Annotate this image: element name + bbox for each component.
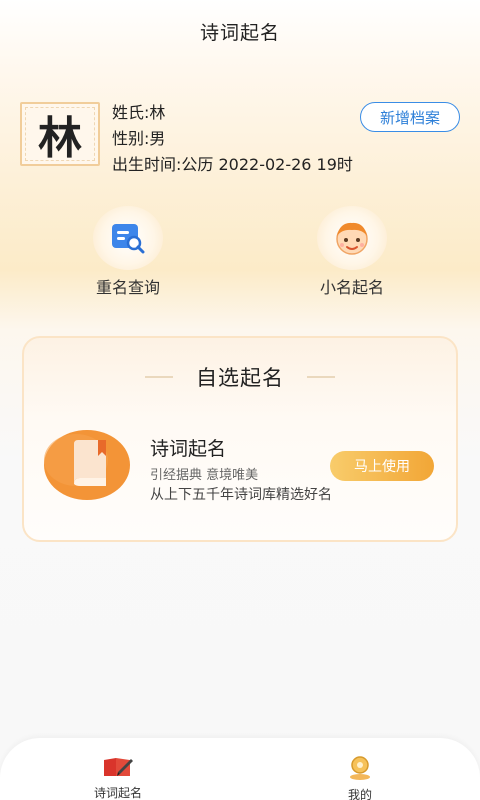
card-subtitle-2: 从上下五千年诗词库精选好名 bbox=[150, 487, 332, 503]
card-heading-text: 自选起名 bbox=[196, 366, 284, 390]
child-face-icon bbox=[317, 206, 387, 270]
feature-duplicate-name-query[interactable]: 重名查询 bbox=[58, 206, 198, 298]
divider bbox=[307, 376, 336, 378]
surname-tile: 林 bbox=[20, 102, 100, 166]
birth-line: 出生时间:公历 2022-02-26 19时 bbox=[112, 155, 353, 174]
add-profile-button[interactable]: 新增档案 bbox=[360, 102, 460, 132]
card-heading: 自选起名 bbox=[24, 362, 456, 392]
tab-mine[interactable]: 我的 bbox=[310, 756, 410, 800]
card-item-title: 诗词起名 bbox=[150, 438, 227, 460]
feature-label: 小名起名 bbox=[319, 278, 384, 297]
feature-row: 重名查询 小名起名 bbox=[0, 206, 480, 302]
bottom-tab-bar: 诗词起名 我的 bbox=[0, 738, 480, 800]
search-doc-icon bbox=[93, 206, 163, 270]
profile-card: 林 姓氏:林 性别:男 出生时间:公历 2022-02-26 19时 新增档案 bbox=[18, 100, 462, 180]
profile-info: 姓氏:林 性别:男 出生时间:公历 2022-02-26 19时 bbox=[112, 100, 353, 178]
title-bar: 诗词起名 bbox=[0, 0, 480, 62]
tab-label: 诗词起名 bbox=[93, 786, 142, 800]
tab-label: 我的 bbox=[347, 788, 372, 800]
use-now-button[interactable]: 马上使用 bbox=[330, 451, 434, 481]
divider bbox=[144, 376, 173, 378]
tab-poem-naming[interactable]: 诗词起名 bbox=[68, 756, 168, 800]
feature-label: 重名查询 bbox=[95, 278, 160, 297]
card-subtitle-1: 引经据典 意境唯美 bbox=[150, 468, 259, 483]
gender-line: 性别:男 bbox=[112, 129, 166, 148]
surname-line: 姓氏:林 bbox=[112, 103, 166, 122]
poem-book-icon bbox=[68, 756, 168, 782]
feature-nickname[interactable]: 小名起名 bbox=[282, 206, 422, 298]
surname-char: 林 bbox=[38, 113, 82, 164]
self-select-card: 自选起名 诗词起名 引经据典 意境唯美 从上下五千年诗词库精选好名 马上使用 bbox=[22, 336, 458, 542]
page-title: 诗词起名 bbox=[199, 21, 280, 44]
app-screen: 诗词起名 林 姓氏:林 性别:男 出生时间:公历 2022-02-26 19时 … bbox=[0, 0, 480, 800]
user-icon bbox=[310, 756, 410, 784]
poem-book-icon bbox=[44, 430, 130, 504]
